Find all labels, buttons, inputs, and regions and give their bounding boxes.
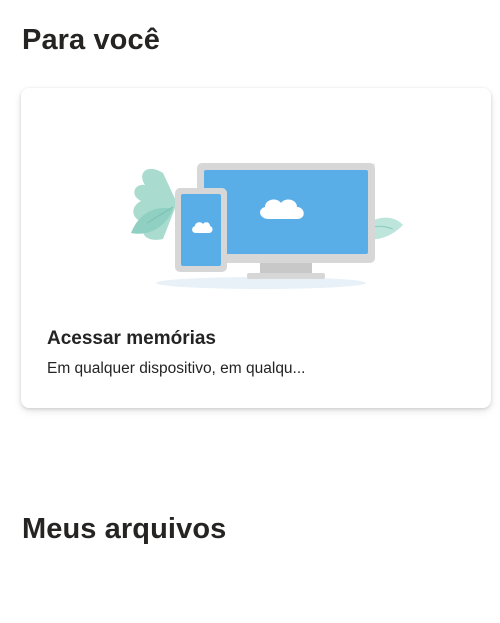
section-title-for-you: Para você <box>22 24 160 56</box>
section-title-my-files: Meus arquivos <box>22 513 227 545</box>
page: Para você Acessar memórias Em qualquer d… <box>0 0 500 623</box>
card-subtitle: Em qualquer dispositivo, em qualqu... <box>47 360 306 377</box>
phone-icon <box>175 188 227 272</box>
access-memories-card[interactable]: Acessar memórias Em qualquer dispositivo… <box>21 88 491 408</box>
card-title: Acessar memórias <box>47 328 216 349</box>
devices-cloud-illustration <box>131 163 403 289</box>
leaf-left-icon <box>131 168 177 240</box>
